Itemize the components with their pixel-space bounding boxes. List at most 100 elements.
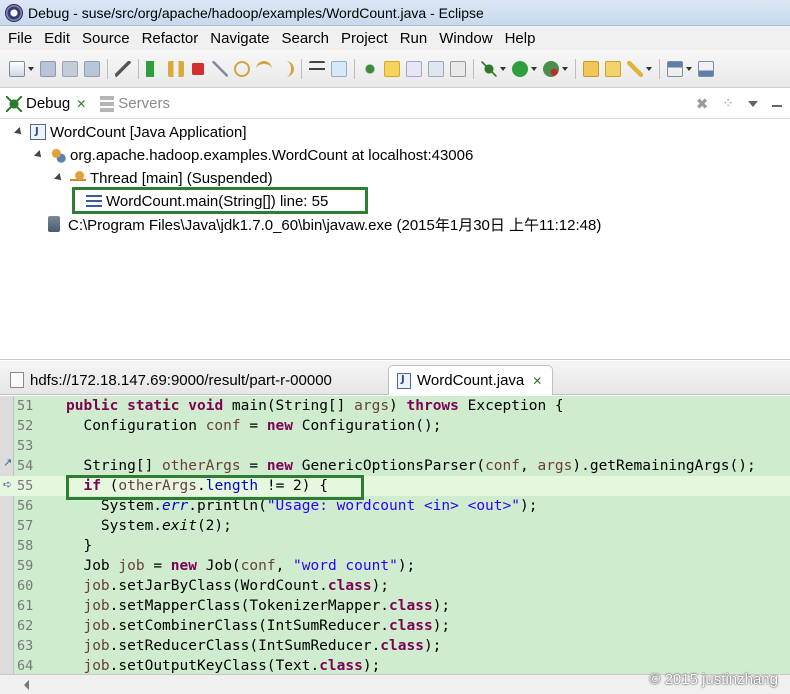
menu-edit[interactable]: Edit <box>38 30 76 47</box>
external-tools-icon[interactable] <box>543 60 559 77</box>
collapse-twisty-icon[interactable] <box>54 173 64 183</box>
drop-to-frame-icon[interactable] <box>309 60 325 77</box>
next-annotation-dropdown-icon[interactable] <box>686 66 692 71</box>
tab-servers[interactable]: Servers <box>94 89 178 119</box>
debug-dropdown-icon[interactable] <box>500 66 506 71</box>
tree-item-thread[interactable]: Thread [main] (Suspended) <box>54 167 273 189</box>
new-dropdown-icon[interactable] <box>28 66 34 71</box>
run-icon[interactable] <box>512 60 528 77</box>
menu-search[interactable]: Search <box>275 30 335 47</box>
view-menu-icon[interactable] <box>748 100 758 107</box>
code-text: job.setCombinerClass(IntSumReducer.class… <box>83 618 451 634</box>
toolbar-separator <box>659 58 660 79</box>
code-line[interactable]: 63 job.setReducerClass(IntSumReducer.cla… <box>0 636 790 656</box>
code-line[interactable]: 54 String[] otherArgs = new GenericOptio… <box>0 456 790 476</box>
previous-annotation-icon[interactable] <box>698 60 714 77</box>
watermark: © 2015 justinzhang <box>649 671 778 688</box>
code-line[interactable]: 60 job.setJarByClass(WordCount.class); <box>0 576 790 596</box>
tree-item-launch[interactable]: J WordCount [Java Application] <box>14 121 247 143</box>
code-line[interactable]: 62 job.setCombinerClass(IntSumReducer.cl… <box>0 616 790 636</box>
code-text: job.setOutputKeyClass(Text.class); <box>83 658 381 674</box>
tree-item-label: Thread [main] (Suspended) <box>90 169 273 187</box>
print-icon[interactable] <box>84 60 100 77</box>
tab-wordcount-java[interactable]: J WordCount.java ✕ <box>388 365 554 395</box>
save-all-icon[interactable] <box>62 60 78 77</box>
new-java-package-icon[interactable] <box>583 60 599 77</box>
menu-navigate[interactable]: Navigate <box>204 30 275 47</box>
line-number: 61 <box>17 598 34 614</box>
minimize-icon[interactable] <box>772 104 782 107</box>
external-tools-dropdown-icon[interactable] <box>562 66 568 71</box>
menu-file[interactable]: File <box>2 30 38 47</box>
menu-project[interactable]: Project <box>335 30 394 47</box>
code-line[interactable]: 51 public static void main(String[] args)… <box>0 396 790 416</box>
code-text: System.err.println("Usage: wordcount <in… <box>66 498 538 514</box>
line-number: 52 <box>17 418 34 434</box>
search-icon[interactable] <box>627 60 643 77</box>
resume-icon[interactable] <box>146 60 162 77</box>
line-number: 64 <box>17 658 34 674</box>
run-dropdown-icon[interactable] <box>531 66 537 71</box>
code-text: System.exit(2); <box>66 518 232 534</box>
search-dropdown-icon[interactable] <box>646 66 652 71</box>
open-type-icon[interactable] <box>605 60 621 77</box>
debug-view-tabs: Debug ✕ Servers ✖ ⁘ <box>0 89 790 119</box>
code-line[interactable]: 52 Configuration conf = new Configuratio… <box>0 416 790 436</box>
code-line[interactable]: 61 job.setMapperClass(TokenizerMapper.cl… <box>0 596 790 616</box>
collapse-twisty-icon[interactable] <box>14 127 24 137</box>
tab-debug[interactable]: Debug ✕ <box>0 89 94 119</box>
show-whitespace-icon[interactable] <box>450 60 466 77</box>
tree-item-process[interactable]: C:\Program Files\Java\jdk1.7.0_60\bin\ja… <box>48 213 601 235</box>
toggle-icon[interactable] <box>406 60 422 77</box>
menu-source[interactable]: Source <box>76 30 136 47</box>
code-text: String[] otherArgs = new GenericOptionsP… <box>66 458 756 474</box>
debug-perspective-icon[interactable] <box>362 60 378 77</box>
open-console-icon[interactable] <box>428 60 444 77</box>
code-line[interactable]: 57 System.exit(2); <box>0 516 790 536</box>
line-number: 56 <box>17 498 34 514</box>
line-number: 62 <box>17 618 34 634</box>
scroll-left-icon[interactable] <box>24 680 29 690</box>
menu-window[interactable]: Window <box>433 30 498 47</box>
tree-item-label: C:\Program Files\Java\jdk1.7.0_60\bin\ja… <box>68 216 602 234</box>
remove-launches-icon[interactable]: ✖ <box>696 95 709 113</box>
code-text: } <box>66 538 93 554</box>
use-step-filters-icon[interactable] <box>331 60 347 77</box>
code-line[interactable]: 58 } <box>0 536 790 556</box>
code-text: public static void main(String[] args) t… <box>66 398 564 414</box>
close-icon[interactable]: ✕ <box>76 97 86 111</box>
code-text: Job job = new Job(conf, "word count"); <box>66 558 416 574</box>
toolbar-separator <box>473 58 474 79</box>
step-return-icon[interactable] <box>278 60 294 77</box>
skip-breakpoints-icon[interactable] <box>115 60 131 77</box>
code-line[interactable]: 59 Job job = new Job(conf, "word count")… <box>0 556 790 576</box>
tab-hdfs-result-label: hdfs://172.18.147.69:9000/result/part-r-… <box>30 371 332 389</box>
close-icon[interactable]: ✕ <box>532 374 542 388</box>
disconnect-icon[interactable] <box>212 60 228 77</box>
save-icon[interactable] <box>40 60 56 77</box>
highlight-icon[interactable] <box>384 60 400 77</box>
menu-run[interactable]: Run <box>394 30 434 47</box>
toolbar-separator <box>575 58 576 79</box>
menu-help[interactable]: Help <box>499 30 542 47</box>
toolbar-separator <box>138 58 139 79</box>
tab-hdfs-result[interactable]: hdfs://172.18.147.69:9000/result/part-r-… <box>2 365 342 395</box>
debug-icon[interactable] <box>481 60 497 77</box>
line-number: 53 <box>17 438 34 454</box>
line-number: 54 <box>17 458 34 474</box>
breakpoint-marker-icon[interactable]: ↗ <box>3 456 12 469</box>
code-editor[interactable]: 51 public static void main(String[] args)… <box>0 396 790 674</box>
collapse-twisty-icon[interactable] <box>34 150 44 160</box>
tree-item-debug-target[interactable]: org.apache.hadoop.examples.WordCount at … <box>34 144 473 166</box>
line-number: 58 <box>17 538 34 554</box>
terminate-icon[interactable] <box>192 62 204 75</box>
step-into-icon[interactable] <box>234 60 250 77</box>
next-annotation-icon[interactable] <box>667 60 683 77</box>
code-text: job.setReducerClass(IntSumReducer.class)… <box>83 638 442 654</box>
code-line[interactable]: 53 <box>0 436 790 456</box>
menu-refactor[interactable]: Refactor <box>136 30 205 47</box>
step-over-icon[interactable] <box>256 60 272 77</box>
new-icon[interactable] <box>9 60 25 77</box>
collapse-icon[interactable]: ⁘ <box>722 95 734 112</box>
suspend-icon[interactable] <box>168 60 184 77</box>
